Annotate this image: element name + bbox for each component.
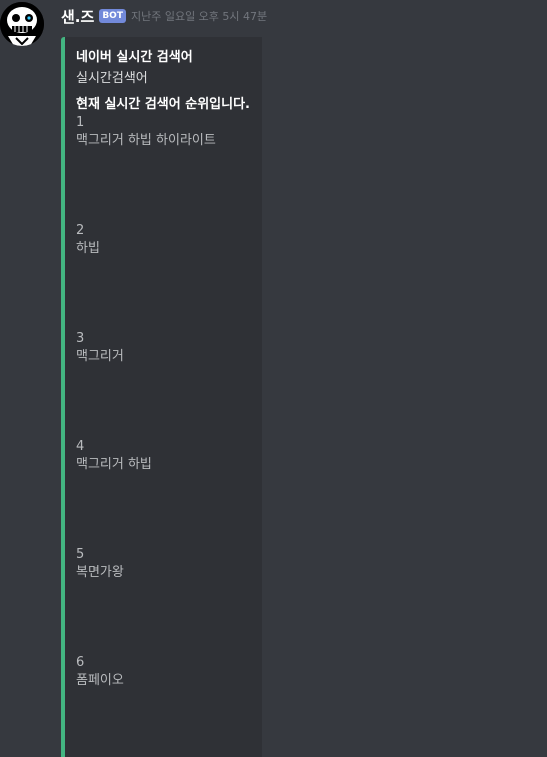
field-keyword: 맥그리거 하빕 하이라이트 — [76, 133, 216, 148]
skull-avatar-icon — [0, 2, 44, 46]
field-rank: 1 — [76, 115, 85, 130]
embed-card: 네이버 실시간 검색어 실시간검색어 현재 실시간 검색어 순위입니다. 1 맥… — [61, 37, 262, 757]
embed-field: 2 하빕 — [76, 223, 266, 259]
field-rank: 2 — [76, 223, 85, 238]
embed-field: 5 복면가왕 — [76, 547, 266, 583]
embed-field: 1 맥그리거 하빕 하이라이트 — [76, 115, 266, 151]
embed-field: 4 맥그리거 하빕 — [76, 439, 266, 475]
embed-field: 3 맥그리거 — [76, 331, 266, 367]
embed-field: 6 폼페이오 — [76, 655, 266, 691]
field-keyword: 하빕 — [76, 241, 100, 256]
message-header: 샌.즈 BOT 지난주 일요일 오후 5시 47분 — [61, 6, 267, 26]
username[interactable]: 샌.즈 — [61, 6, 94, 27]
timestamp: 지난주 일요일 오후 5시 47분 — [130, 10, 268, 23]
field-keyword: 폼페이오 — [76, 673, 124, 688]
field-rank: 3 — [76, 331, 85, 346]
field-keyword: 복면가왕 — [76, 565, 124, 580]
field-rank: 5 — [76, 547, 85, 562]
avatar[interactable] — [0, 2, 44, 46]
embed-description: 현재 실시간 검색어 순위입니다. — [76, 97, 250, 112]
field-rank: 4 — [76, 439, 85, 454]
bot-badge: BOT — [99, 9, 126, 23]
embed-author: 네이버 실시간 검색어 — [76, 50, 193, 65]
chat-message: 샌.즈 BOT 지난주 일요일 오후 5시 47분 네이버 실시간 검색어 실시… — [0, 0, 547, 757]
field-keyword: 맥그리거 — [76, 349, 124, 364]
field-rank: 6 — [76, 655, 85, 670]
embed-title: 실시간검색어 — [76, 71, 148, 86]
field-keyword: 맥그리거 하빕 — [76, 457, 152, 472]
